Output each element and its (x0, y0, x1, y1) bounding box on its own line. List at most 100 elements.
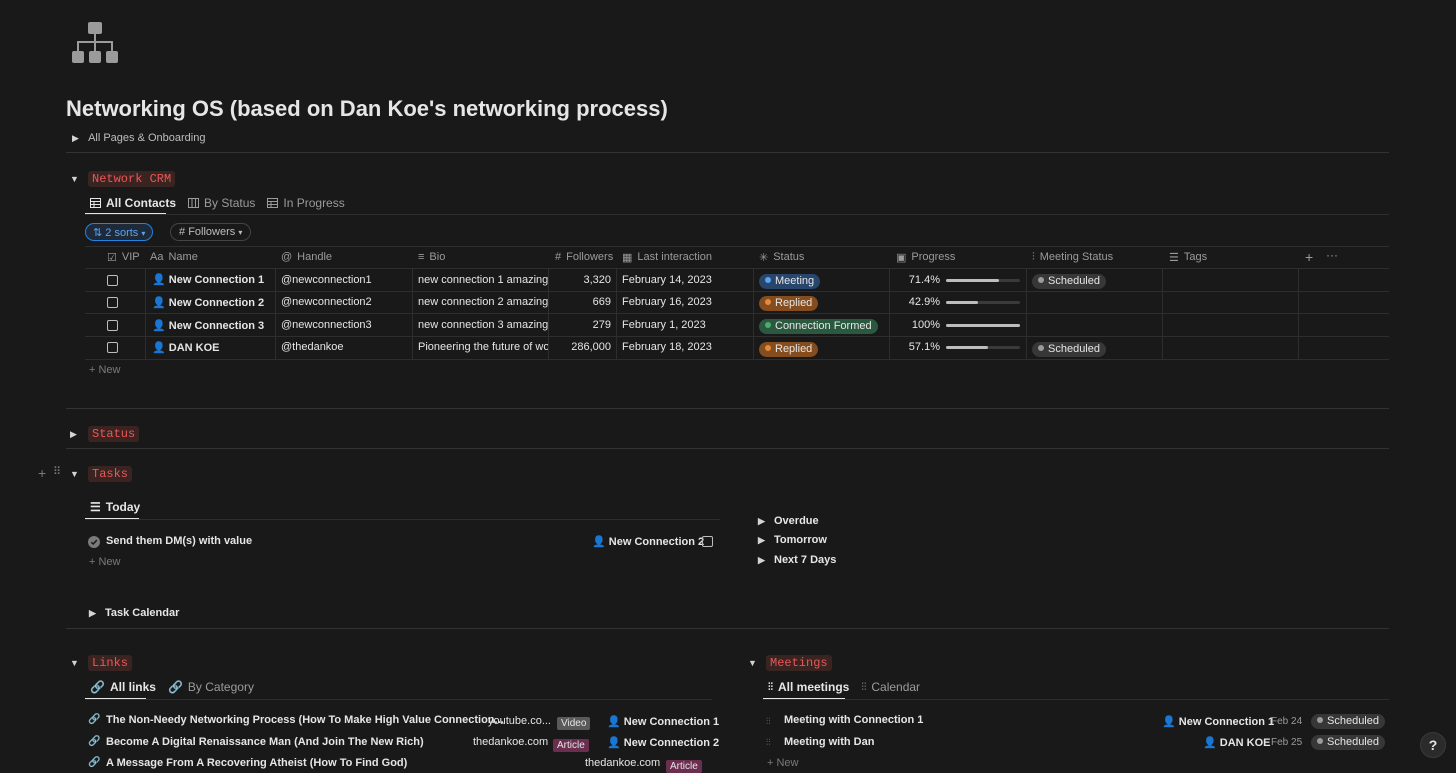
vip-checkbox[interactable] (107, 320, 118, 331)
meeting-icon: ⫶⫶ (766, 716, 771, 726)
row-bio[interactable]: new connection 3 amazing bi (418, 319, 548, 331)
row-meeting-status[interactable]: Scheduled (1032, 274, 1106, 289)
tab-all-meetings[interactable]: ⫶⫶ All meetings (768, 676, 849, 698)
filter-button[interactable]: # Followers ▾ (170, 223, 252, 241)
row-handle[interactable]: @newconnection1 (281, 274, 372, 286)
task-calendar-toggle[interactable]: ▶ Task Calendar (89, 607, 179, 619)
sort-label: 2 sorts (105, 227, 139, 239)
group-overdue[interactable]: ▶ Overdue (758, 515, 819, 527)
link-site[interactable]: youtube.co... (488, 715, 551, 727)
row-bio[interactable]: new connection 2 amazing bi (418, 296, 548, 308)
row-last-interaction[interactable]: February 16, 2023 (622, 296, 712, 308)
row-last-interaction[interactable]: February 14, 2023 (622, 274, 712, 286)
add-column-icon[interactable]: + (1305, 249, 1313, 265)
row-followers[interactable]: 286,000 (555, 341, 611, 353)
row-followers[interactable]: 279 (555, 319, 611, 331)
check-circle-icon[interactable] (88, 536, 100, 548)
col-bio[interactable]: ≡ Bio (418, 250, 445, 264)
col-name[interactable]: Aa Name (150, 250, 198, 264)
col-progress[interactable]: ▣ Progress (896, 250, 955, 264)
new-meeting-button[interactable]: + New (767, 757, 799, 769)
status-header[interactable]: ▶ Status (70, 426, 140, 442)
meeting-title[interactable]: Meeting with Dan (784, 736, 874, 748)
row-name[interactable]: 👤 New Connection 3 (152, 319, 265, 332)
col-vip[interactable]: ☑ VIP (107, 250, 140, 264)
row-last-interaction[interactable]: February 1, 2023 (622, 319, 706, 331)
links-header[interactable]: ▼ Links (70, 655, 133, 671)
row-status[interactable]: Replied (759, 296, 819, 311)
col-last-interaction[interactable]: ▦ Last interaction (622, 250, 712, 264)
block-add-icon[interactable]: + (38, 465, 46, 481)
links-tabs: 🔗 All links 🔗 By Category (90, 676, 254, 698)
row-name[interactable]: 👤 New Connection 1 (152, 273, 265, 286)
toggle-arrow-icon[interactable]: ▶ (70, 429, 80, 440)
sort-button[interactable]: ⇅ 2 sorts ▾ (85, 223, 154, 241)
col-handle[interactable]: @ Handle (281, 250, 332, 264)
meeting-person[interactable]: 👤 New Connection 1 (1162, 715, 1274, 728)
link-person[interactable]: 👤 New Connection 1 (607, 715, 720, 728)
link-title[interactable]: Become A Digital Renaissance Man (And Jo… (106, 736, 424, 748)
col-status[interactable]: ✳ Status (759, 250, 804, 264)
col-followers[interactable]: # Followers (555, 250, 613, 264)
crm-header[interactable]: ▼ Network CRM (70, 171, 176, 187)
vip-checkbox[interactable] (107, 275, 118, 286)
row-handle[interactable]: @newconnection2 (281, 296, 372, 308)
toggle-open-icon[interactable]: ▼ (70, 469, 80, 479)
tab-today[interactable]: ☰ Today (90, 496, 140, 518)
row-status[interactable]: Meeting (759, 274, 821, 289)
onboarding-toggle[interactable]: ▶ All Pages & Onboarding (72, 132, 205, 144)
row-handle[interactable]: @newconnection3 (281, 319, 372, 331)
link-title[interactable]: A Message From A Recovering Atheist (How… (106, 757, 407, 769)
tab-calendar[interactable]: ⫶⫶ Calendar (861, 676, 920, 698)
row-followers[interactable]: 3,320 (555, 274, 611, 286)
meeting-title[interactable]: Meeting with Connection 1 (784, 714, 923, 726)
row-status[interactable]: Connection Formed (759, 319, 878, 334)
page-title[interactable]: Networking OS (based on Dan Koe's networ… (66, 96, 668, 122)
task-person[interactable]: 👤 New Connection 2 (592, 535, 705, 548)
meetings-header[interactable]: ▼ Meetings (748, 655, 832, 671)
drag-handle-icon[interactable]: ⠿ (53, 465, 61, 478)
meeting-status[interactable]: Scheduled (1311, 714, 1385, 729)
link-title[interactable]: The Non-Needy Networking Process (How To… (106, 714, 504, 726)
new-row-button[interactable]: + New (89, 364, 121, 376)
tab-by-status[interactable]: By Status (188, 192, 255, 214)
new-task-button[interactable]: + New (89, 556, 121, 568)
meeting-person[interactable]: 👤 DAN KOE (1203, 736, 1271, 749)
col-tags[interactable]: ☰ Tags (1169, 250, 1207, 264)
row-bio[interactable]: new connection 1 amazing bi (418, 274, 548, 286)
toggle-open-icon[interactable]: ▼ (748, 658, 758, 668)
row-followers[interactable]: 669 (555, 296, 611, 308)
list-icon: ☰ (1169, 251, 1179, 264)
link-person[interactable]: 👤 New Connection 2 (607, 736, 720, 749)
link-site[interactable]: thedankoe.com (473, 736, 548, 748)
tab-all-contacts[interactable]: All Contacts (90, 192, 176, 214)
toggle-open-icon[interactable]: ▼ (70, 658, 80, 668)
group-next-7-days[interactable]: ▶ Next 7 Days (758, 554, 836, 566)
meeting-status[interactable]: Scheduled (1311, 735, 1385, 750)
vip-checkbox[interactable] (107, 297, 118, 308)
task-checkbox[interactable] (702, 536, 713, 547)
task-title[interactable]: Send them DM(s) with value (106, 535, 252, 547)
link-site[interactable]: thedankoe.com (585, 757, 660, 769)
tab-by-category[interactable]: 🔗 By Category (168, 676, 254, 698)
row-name[interactable]: 👤 New Connection 2 (152, 296, 265, 309)
more-options-icon[interactable]: ··· (1326, 248, 1338, 262)
row-bio[interactable]: Pioneering the future of work (418, 341, 548, 353)
group-tomorrow[interactable]: ▶ Tomorrow (758, 534, 827, 546)
row-last-interaction[interactable]: February 18, 2023 (622, 341, 712, 353)
toggle-open-icon[interactable]: ▼ (70, 174, 80, 184)
tab-in-progress[interactable]: In Progress (267, 192, 345, 214)
meeting-icon: ⫶⫶ (766, 737, 771, 747)
row-status[interactable]: Replied (759, 342, 819, 357)
sitemap-icon[interactable] (72, 22, 118, 64)
row-name[interactable]: 👤 DAN KOE (152, 341, 220, 354)
row-handle[interactable]: @thedankoe (281, 341, 344, 353)
help-button[interactable]: ? (1420, 732, 1446, 758)
crm-tabs: All Contacts By Status In Progress (90, 192, 345, 214)
row-meeting-status[interactable]: Scheduled (1032, 342, 1106, 357)
col-meeting-status[interactable]: ⫶ Meeting Status (1032, 250, 1113, 264)
tab-all-links[interactable]: 🔗 All links (90, 676, 156, 698)
vip-checkbox[interactable] (107, 342, 118, 353)
dot-icon (1317, 738, 1323, 744)
tasks-header[interactable]: ▼ Tasks (70, 466, 133, 482)
